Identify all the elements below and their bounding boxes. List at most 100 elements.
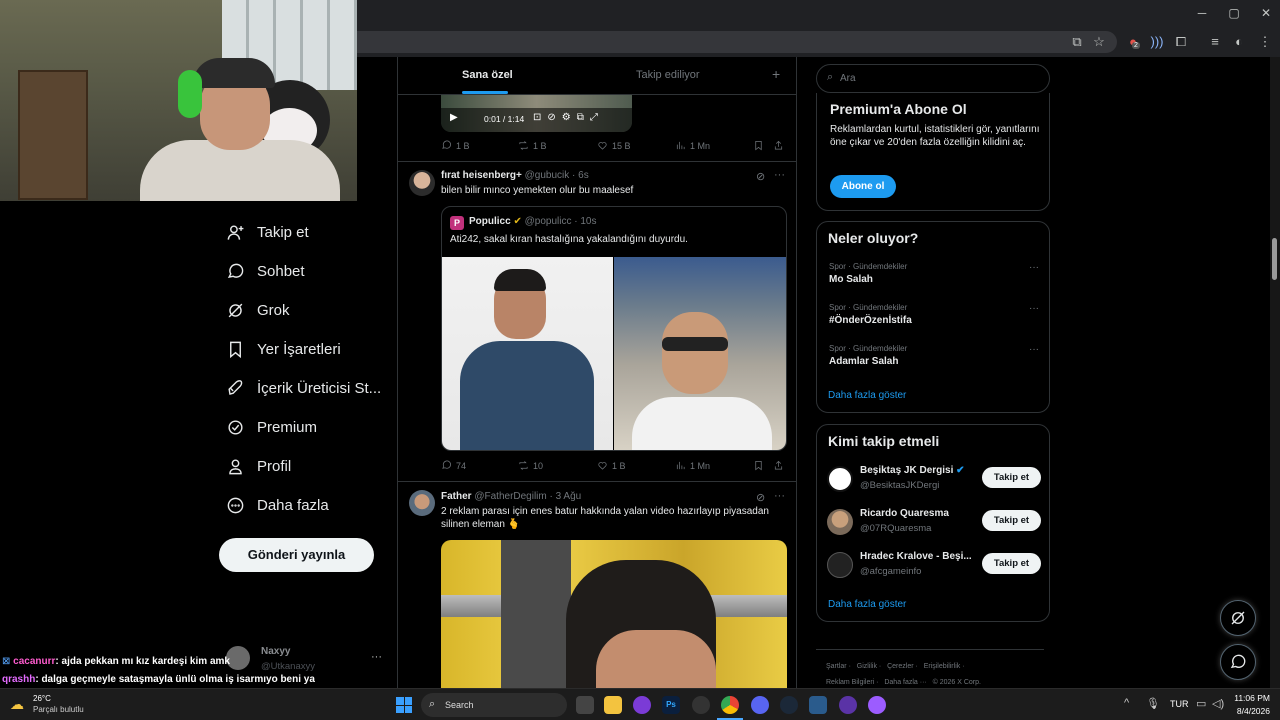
more-icon[interactable]: ··· xyxy=(1029,262,1039,273)
nav-more[interactable]: Daha fazla xyxy=(226,493,329,517)
bookmark-button[interactable] xyxy=(753,460,764,471)
app-icon[interactable] xyxy=(868,696,886,714)
nav-bookmarks[interactable]: Yer İşaretleri xyxy=(226,337,341,361)
trend-item[interactable]: Spor · Gündemdekiler Adamlar Salah ··· xyxy=(829,344,1039,367)
like-button[interactable]: 1 B xyxy=(597,460,626,471)
follow-suggestion[interactable]: Hradec Kralove - Beşi... @afcgameinfo Ta… xyxy=(827,549,1041,581)
who-show-more[interactable]: Daha fazla göster xyxy=(828,599,906,610)
more-icon[interactable]: ··· xyxy=(1029,344,1039,355)
scrollbar[interactable] xyxy=(1270,57,1280,688)
share-button[interactable] xyxy=(773,460,784,471)
video-player[interactable]: ▶ 0:01 / 1:14 ⊡⊘⚙⧉⤢ xyxy=(441,95,632,132)
more-icon[interactable]: ··· xyxy=(774,490,785,502)
discord-icon[interactable] xyxy=(751,696,769,714)
grok-icon[interactable]: ⊘ xyxy=(756,170,765,183)
views-button[interactable]: 1 Mn xyxy=(675,140,710,151)
network-icon[interactable]: ▭ xyxy=(1196,697,1206,710)
audio-icon[interactable]: ))) xyxy=(1148,34,1166,50)
bookmark-button[interactable] xyxy=(753,140,764,151)
footer-link[interactable]: Erişilebilirlik xyxy=(924,663,961,670)
more-icon[interactable]: ··· xyxy=(774,169,785,181)
nav-follow[interactable]: Takip et xyxy=(226,220,309,244)
scrollbar-thumb[interactable] xyxy=(1272,238,1277,280)
account-switcher[interactable]: Naxyy @Utkanaxyy ··· xyxy=(226,643,396,677)
grok-fab[interactable] xyxy=(1220,600,1256,636)
quote-image-right[interactable] xyxy=(614,257,786,450)
chrome-icon[interactable] xyxy=(721,696,739,714)
follow-suggestion[interactable]: Ricardo Quaresma @07RQuaresma Takip et xyxy=(827,506,1041,538)
follow-button[interactable]: Takip et xyxy=(982,553,1041,574)
subscribe-button[interactable]: Abone ol xyxy=(830,175,896,198)
avatar[interactable] xyxy=(409,490,435,516)
maximize-button[interactable]: ▢ xyxy=(1224,6,1244,20)
mic-icon[interactable]: 🎙 xyxy=(1146,697,1160,710)
close-button[interactable]: ✕ xyxy=(1256,6,1276,20)
photoshop-icon[interactable]: Ps xyxy=(662,696,680,714)
language-indicator[interactable]: TUR xyxy=(1170,699,1189,709)
taskbar-search[interactable]: ⌕ Search xyxy=(421,693,567,717)
volume-icon[interactable]: ◁) xyxy=(1212,697,1224,710)
chat-fab[interactable] xyxy=(1220,644,1256,680)
author-name[interactable]: fırat heisenberg+ xyxy=(441,170,522,181)
quote-image-left[interactable] xyxy=(442,257,613,450)
tweet-text: bilen bilir mınco yemekten olur bu maale… xyxy=(441,185,634,196)
footer-link[interactable]: Daha fazla ··· xyxy=(884,679,926,686)
trend-item[interactable]: Spor · Gündemdekiler #ÖnderÖzenİstifa ··… xyxy=(829,303,1039,326)
trend-item[interactable]: Spor · Gündemdekiler Mo Salah ··· xyxy=(829,262,1039,285)
reply-button[interactable]: 1 B xyxy=(441,140,470,151)
tweet-image[interactable] xyxy=(441,540,787,688)
video-settings-icons[interactable]: ⊡⊘⚙⧉⤢ xyxy=(533,112,604,123)
share-button[interactable] xyxy=(773,140,784,151)
menu-icon[interactable]: ⋮ xyxy=(1256,34,1274,50)
nav-profile[interactable]: Profil xyxy=(226,454,291,478)
app-icon[interactable] xyxy=(692,696,710,714)
follow-button[interactable]: Takip et xyxy=(982,467,1041,488)
task-view-icon[interactable] xyxy=(576,696,594,714)
steam-icon[interactable] xyxy=(780,696,798,714)
puzzle-icon[interactable]: ⧠ xyxy=(1172,34,1190,50)
tab-following[interactable]: Takip ediliyor xyxy=(636,69,700,81)
more-icon[interactable]: ··· xyxy=(1029,303,1039,314)
nav-premium[interactable]: Premium xyxy=(226,415,317,439)
quote-tweet[interactable]: P Populicc ✔ @populicc · 10s Ati242, sak… xyxy=(441,206,787,451)
search-input[interactable]: ⌕ Ara xyxy=(816,64,1050,93)
views-button[interactable]: 1 Mn xyxy=(675,460,710,471)
app-icon[interactable] xyxy=(809,696,827,714)
footer-link[interactable]: Gizlilik xyxy=(857,663,877,670)
weather-icon[interactable]: ☁ xyxy=(10,696,24,713)
media-icon[interactable]: ≡ xyxy=(1206,34,1224,50)
play-icon[interactable]: ▶ xyxy=(450,112,458,123)
add-tab-icon[interactable]: + xyxy=(772,66,780,82)
nav-label: Yer İşaretleri xyxy=(257,340,341,358)
account-more-icon[interactable]: ··· xyxy=(371,651,382,663)
grok-icon[interactable]: ⊘ xyxy=(756,491,765,504)
windows-start-icon[interactable] xyxy=(396,697,412,713)
app-icon[interactable] xyxy=(633,696,651,714)
minimize-button[interactable]: ─ xyxy=(1192,6,1212,20)
retweet-button[interactable]: 1 B xyxy=(518,140,547,151)
follow-button[interactable]: Takip et xyxy=(982,510,1041,531)
chevron-up-icon[interactable]: ^ xyxy=(1124,697,1129,709)
nav-creator-studio[interactable]: İçerik Üreticisi St... xyxy=(226,376,381,400)
trends-show-more[interactable]: Daha fazla göster xyxy=(828,390,906,401)
avatar[interactable] xyxy=(409,170,435,196)
star-icon[interactable]: ☆ xyxy=(1090,34,1108,50)
footer-link[interactable]: Şartlar xyxy=(826,663,847,670)
profile-icon[interactable]: ◐ xyxy=(1230,34,1248,50)
like-button[interactable]: 15 B xyxy=(597,140,631,151)
post-button[interactable]: Gönderi yayınla xyxy=(219,538,374,572)
nav-chat[interactable]: Sohbet xyxy=(226,259,305,283)
tab-for-you[interactable]: Sana özel xyxy=(462,69,513,81)
nav-grok[interactable]: Grok xyxy=(226,298,290,322)
footer-link[interactable]: Reklam Bilgileri xyxy=(826,679,874,686)
app-icon[interactable] xyxy=(839,696,857,714)
clock[interactable]: 11:06 PM 8/4/2026 xyxy=(1228,693,1270,716)
file-explorer-icon[interactable] xyxy=(604,696,622,714)
reply-button[interactable]: 74 xyxy=(441,460,466,471)
follow-suggestion[interactable]: Beşiktaş JK Dergisi ✔ @BesiktasJKDergi T… xyxy=(827,463,1041,495)
address-bar[interactable] xyxy=(357,31,1117,53)
footer-link[interactable]: Çerezler xyxy=(887,663,913,670)
screen-share-icon[interactable]: ⧉ xyxy=(1068,34,1086,50)
author-name[interactable]: Father xyxy=(441,491,472,502)
retweet-button[interactable]: 10 xyxy=(518,460,543,471)
